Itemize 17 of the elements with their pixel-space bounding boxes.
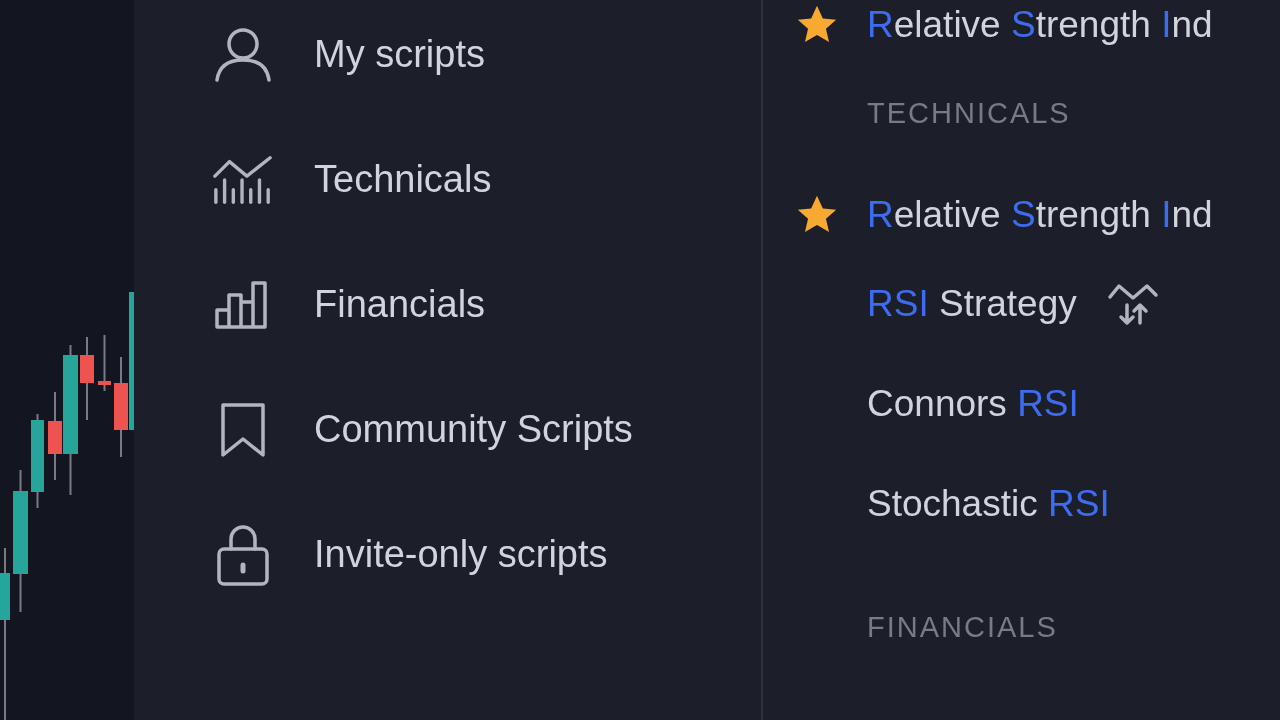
section-heading: TECHNICALS — [867, 96, 1071, 130]
bookmark-icon — [219, 401, 267, 458]
indicator-name[interactable]: Relative Strength Ind — [867, 4, 1213, 46]
sidebar-item[interactable]: Technicals — [134, 117, 761, 242]
indicator-name[interactable]: Relative Strength Ind — [867, 194, 1213, 236]
user-icon — [214, 26, 272, 83]
sidebar-item[interactable]: Community Scripts — [134, 367, 761, 492]
indicator-name[interactable]: Stochastic RSI — [867, 483, 1110, 525]
sidebar-item[interactable]: Financials — [134, 242, 761, 367]
section-heading: FINANCIALS — [867, 610, 1058, 644]
sidebar-item[interactable]: My scripts — [134, 0, 761, 117]
indicator-name[interactable]: Connors RSI — [867, 383, 1079, 425]
indicator-name[interactable]: RSI Strategy — [867, 283, 1077, 325]
lock-icon — [215, 522, 271, 587]
sidebar-item[interactable]: Invite-only scripts — [134, 492, 761, 617]
indicator-icon — [212, 153, 274, 206]
candle — [98, 334, 111, 392]
